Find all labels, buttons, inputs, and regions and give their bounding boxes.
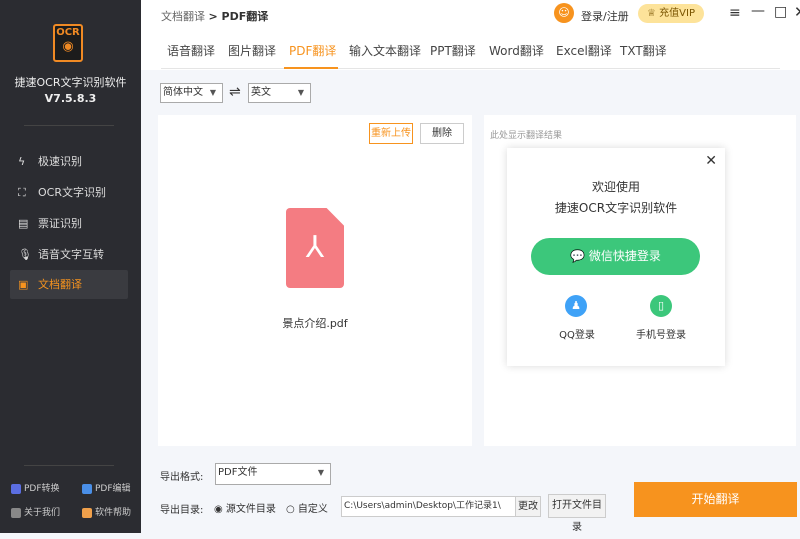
mic-icon: 🎙 [18,248,32,261]
app-logo: OCR ◉ [53,24,83,62]
maximize-icon[interactable]: □ [774,4,787,20]
avatar-icon[interactable]: ☺ [554,3,574,23]
pdf-edit-icon [82,483,92,494]
export-path-input[interactable]: C:\Users\admin\Desktop\工作记录1\ [341,496,516,517]
pdf-convert-icon [11,483,21,494]
tab-pdf[interactable]: PDF翻译 [289,42,336,59]
file-name: 景点介绍.pdf [282,317,348,330]
wechat-icon: 💬 [570,249,586,263]
file-panel: 重新上传 删除 ⅄ 景点介绍.pdf [158,115,472,446]
delete-button[interactable]: 删除 [420,123,464,144]
result-placeholder: 此处显示翻译结果 [490,131,563,141]
tab-text[interactable]: 输入文本翻译 [349,42,421,59]
modal-close-icon[interactable]: ✕ [705,153,717,169]
reupload-button[interactable]: 重新上传 [369,123,413,144]
export-format-label: 导出格式: [160,472,204,483]
breadcrumb-parent[interactable]: 文档翻译 [161,10,205,23]
tab-word[interactable]: Word翻译 [489,42,544,59]
tab-ppt[interactable]: PPT翻译 [430,42,476,59]
sidebar-item-ocr[interactable]: ⛶ OCR文字识别 [10,178,128,207]
tab-bar: 语音翻译 图片翻译 PDF翻译 输入文本翻译 PPT翻译 Word翻译 Exce… [141,30,800,70]
qq-icon[interactable]: ♟ [565,295,587,317]
lightning-icon: ϟ [18,155,26,168]
radio-source-dir[interactable]: ◉ 源文件目录 [214,500,276,515]
sidebar: OCR ◉ 捷速OCR文字识别软件 V7.5.8.3 ϟ 极速识别 ⛶ OCR文字识别 … [0,0,141,533]
radio-custom-dir[interactable]: ○ 自定义 [286,500,328,515]
vip-button[interactable]: ♕ 充值VIP [638,4,704,23]
sidebar-item-voice[interactable]: 🎙 语音文字互转 [10,240,128,269]
info-icon [11,507,21,518]
breadcrumb: 文档翻译 > PDF翻译 [161,10,269,23]
qq-login-link[interactable]: QQ登录 [547,326,607,341]
tab-voice[interactable]: 语音翻译 [167,42,215,59]
pdf-file-icon[interactable]: ⅄ [286,208,344,288]
login-modal: ✕ 欢迎使用 捷速OCR文字识别软件 💬 微信快捷登录 ♟ QQ登录 ▯ 手机号… [507,148,725,366]
phone-login-link[interactable]: 手机号登录 [631,326,691,341]
tab-excel[interactable]: Excel翻译 [556,42,612,59]
scan-icon: ⛶ [18,186,26,199]
about-link[interactable]: 关于我们 [11,505,60,518]
tab-image[interactable]: 图片翻译 [228,42,276,59]
export-format-select[interactable]: PDF文件 ▼ [215,463,331,485]
header: 文档翻译 > PDF翻译 ☺ 登录/注册 ♕ 充值VIP ≡ — □ ✕ [141,0,800,30]
app-name: 捷速OCR文字识别软件 V7.5.8.3 [14,76,127,105]
start-translate-button[interactable]: 开始翻译 [634,482,797,517]
wechat-login-button[interactable]: 💬 微信快捷登录 [531,238,700,275]
open-dir-button[interactable]: 打开文件目录 [548,494,606,533]
export-dir-label: 导出目录: [160,505,204,516]
active-tab-indicator [284,67,338,69]
swap-icon[interactable]: ⇌ [229,84,241,100]
phone-icon[interactable]: ▯ [650,295,672,317]
menu-icon[interactable]: ≡ [729,5,741,21]
document-icon: ▣ [18,278,29,291]
ticket-icon: ▤ [18,217,29,230]
minimize-icon[interactable]: — [751,3,765,19]
pdf-edit-link[interactable]: PDF编辑 [82,481,131,494]
help-icon [82,507,92,518]
login-link[interactable]: 登录/注册 [581,8,629,24]
target-language-select[interactable]: 英文 ▼ [248,83,311,103]
change-dir-button[interactable]: 更改 [515,496,541,517]
tab-txt[interactable]: TXT翻译 [620,42,667,59]
pdf-convert-link[interactable]: PDF转换 [11,481,60,494]
sidebar-item-ticket[interactable]: ▤ 票证识别 [10,209,128,238]
sidebar-item-fast[interactable]: ϟ 极速识别 [10,147,128,176]
sidebar-item-doc-translate[interactable]: ▣ 文档翻译 [10,270,128,299]
close-icon[interactable]: ✕ [794,3,800,21]
help-link[interactable]: 软件帮助 [82,505,131,518]
source-language-select[interactable]: 简体中文 ▼ [160,83,223,103]
